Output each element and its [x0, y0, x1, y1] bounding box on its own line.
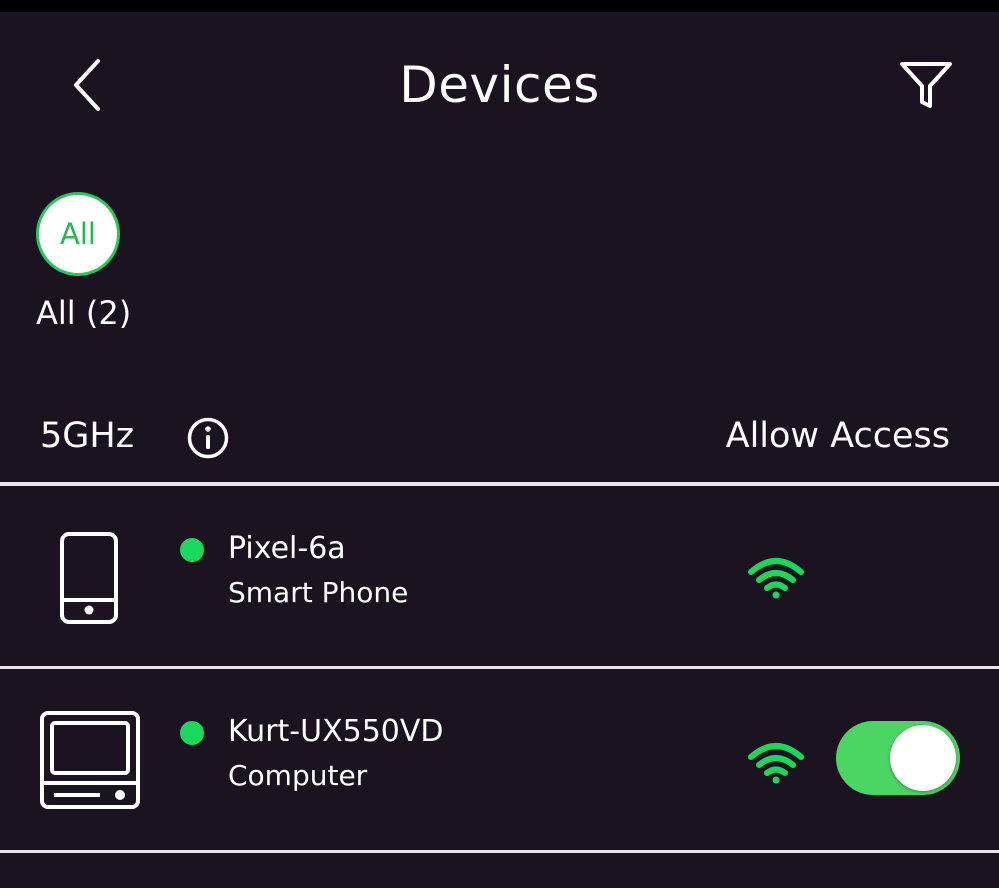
device-type: Smart Phone: [228, 576, 409, 609]
device-row-pixel[interactable]: Pixel-6a Smart Phone: [0, 486, 999, 666]
band-info-button[interactable]: [184, 414, 232, 462]
page-title: Devices: [399, 56, 600, 114]
online-status-dot: [180, 721, 204, 745]
allow-access-header: Allow Access: [725, 416, 950, 456]
status-bar: [0, 0, 999, 12]
app-header: Devices: [0, 12, 999, 162]
category-chip-label: All: [60, 217, 96, 251]
category-chip-all[interactable]: All: [36, 192, 120, 276]
smartphone-icon: [56, 530, 122, 626]
wifi-signal-icon: [748, 743, 804, 784]
device-name: Kurt-UX550VD: [228, 714, 444, 749]
filter-button[interactable]: [890, 50, 962, 120]
online-status-dot: [180, 538, 204, 562]
info-icon: [187, 417, 229, 459]
device-name: Pixel-6a: [228, 531, 346, 566]
device-type: Computer: [228, 759, 368, 792]
toggle-knob: [890, 725, 956, 791]
band-label: 5GHz: [40, 416, 135, 456]
allow-access-toggle[interactable]: [836, 721, 960, 795]
wifi-signal-icon: [748, 558, 804, 599]
row-divider: [0, 850, 999, 853]
filter-funnel-icon: [900, 62, 952, 108]
band-header-row: 5GHz Allow Access: [0, 400, 999, 480]
computer-icon: [38, 709, 142, 811]
category-count-label: All (2): [36, 294, 132, 332]
device-row-kurt[interactable]: Kurt-UX550VD Computer: [0, 669, 999, 849]
